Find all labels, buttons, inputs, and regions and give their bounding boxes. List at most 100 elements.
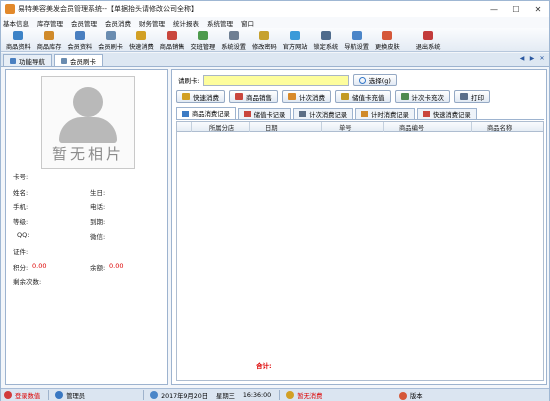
date-text: 2017年9月20日 (161, 392, 209, 400)
action-bar: 快速消费 商品销售 计次消费 储值卡充值 计次卡充次 打印 (176, 90, 494, 103)
toolbar-icon (167, 31, 178, 40)
member-info-panel: 暂无相片 卡号: 姓名: 生日: 手机: 电话: 等级: 到期: QQ: 微信:… (5, 69, 168, 385)
toolbar-button-9[interactable]: 官方网站 (280, 29, 311, 51)
status-bar: 登录数值 管理员 2017年9月20日 星期三 16:36:00 暂无消费 版本 (1, 388, 549, 401)
close-tab-icon[interactable]: ✕ (538, 55, 546, 63)
maximize-button[interactable]: ☐ (505, 1, 527, 17)
current-user: 管理员 (55, 391, 85, 400)
close-button[interactable]: ✕ (527, 1, 549, 17)
toolbar-label: 修改密码 (252, 44, 277, 51)
table-header: 所属分店 日期 单号 商品编号 商品名称 (177, 122, 543, 132)
balance-label: 余额: (90, 264, 106, 272)
toolbar-icon (13, 31, 24, 40)
action-button-0[interactable]: 快速消费 (176, 90, 225, 103)
toolbar-label: 锁定系统 (313, 44, 339, 51)
record-tab-1[interactable]: 储值卡记录 (237, 108, 292, 119)
menu-window[interactable]: 窗口 (241, 18, 254, 28)
toolbar-icon (228, 31, 239, 40)
column-order-no[interactable]: 单号 (339, 123, 352, 132)
toolbar-button-11[interactable]: 导航设置 (341, 29, 372, 51)
action-button-3[interactable]: 储值卡充值 (335, 90, 391, 103)
version-info: 版本 (399, 391, 423, 400)
card-input[interactable] (202, 74, 349, 86)
toolbar-button-3[interactable]: 会员刷卡 (95, 29, 126, 51)
certificate-label: 证件: (13, 248, 29, 256)
record-tab-icon (361, 111, 369, 117)
column-product-code[interactable]: 商品编号 (399, 123, 424, 132)
toolbar-button-6[interactable]: 交班管理 (188, 29, 219, 51)
toolbar-button-4[interactable]: 快速消费 (126, 29, 157, 51)
toolbar-button-7[interactable]: 系统设置 (218, 29, 249, 51)
column-date[interactable]: 日期 (265, 123, 278, 132)
avatar-head-icon (73, 87, 103, 117)
birthday-label: 生日: (90, 189, 106, 197)
record-tab-icon (299, 111, 307, 117)
record-tab-2[interactable]: 计次消费记录 (293, 108, 354, 119)
menu-inventory[interactable]: 库存管理 (37, 18, 63, 28)
record-tab-label: 计时消费记录 (371, 111, 409, 119)
member-card-icon (61, 57, 67, 64)
record-tab-label: 计次消费记录 (309, 111, 348, 119)
toolbar-icon (320, 31, 331, 40)
menu-member-management[interactable]: 会员管理 (71, 18, 97, 28)
record-tab-3[interactable]: 计时消费记录 (355, 108, 415, 119)
menu-system[interactable]: 系统管理 (207, 18, 233, 28)
toolbar-label: 商品资料 (6, 44, 31, 51)
toolbar-button-1[interactable]: 商品库存 (34, 29, 65, 51)
member-photo: 暂无相片 (41, 76, 135, 169)
record-tab-4[interactable]: 快速消费记录 (416, 108, 477, 119)
menu-member-consumption[interactable]: 会员消费 (105, 18, 131, 28)
toolbar-button-2[interactable]: 会员资料 (65, 29, 96, 51)
action-button-1[interactable]: 商品销售 (229, 90, 278, 103)
total-label: 合计: (256, 362, 272, 370)
quick-consume-status: 暂无消费 (286, 391, 322, 400)
current-user-text: 管理员 (66, 392, 86, 400)
column-branch[interactable]: 所属分店 (209, 123, 234, 132)
menu-finance[interactable]: 财务管理 (139, 18, 165, 28)
consumption-panel: 请刷卡: 选择(g) 快速消费 商品销售 计次消费 储值卡充值 计次卡充次 打印 商品消费… (171, 69, 547, 385)
version-text: 版本 (410, 393, 423, 400)
toolbar-button-8[interactable]: 修改密码 (249, 29, 280, 51)
tab-member-swipe[interactable]: 会员刷卡 (54, 54, 103, 66)
toolbar-icon (44, 31, 55, 40)
weekday-text: 星期三 (216, 392, 235, 400)
tab-label: 会员刷卡 (70, 57, 96, 66)
action-label: 计次卡充次 (411, 93, 445, 102)
name-label: 姓名: (13, 189, 29, 197)
record-tab-icon (182, 110, 189, 117)
action-icon (182, 93, 190, 100)
toolbar-button-5[interactable]: 商品销售 (157, 29, 188, 51)
toolbar-button-10[interactable]: 锁定系统 (311, 29, 342, 51)
action-button-4[interactable]: 计次卡充次 (394, 90, 450, 103)
status-dot-icon (4, 391, 12, 399)
toolbar-icon (105, 31, 116, 40)
toolbar-button-13[interactable]: 退出系统 (413, 29, 444, 51)
no-photo-label: 暂无相片 (51, 145, 124, 163)
action-icon (400, 93, 409, 100)
scroll-right-icon[interactable]: ▶ (528, 55, 536, 63)
toolbar-label: 商品销售 (159, 44, 185, 51)
select-member-button[interactable]: 选择(g) (352, 74, 397, 86)
minimize-button[interactable]: — (483, 1, 505, 17)
toolbar-button-0[interactable]: 商品资料 (3, 29, 34, 51)
current-date: 2017年9月20日 (150, 391, 208, 400)
column-product-name[interactable]: 商品名称 (487, 123, 512, 132)
action-icon (341, 93, 349, 100)
menu-reports[interactable]: 统计报表 (173, 18, 199, 28)
login-status-text: 登录数值 (15, 392, 41, 400)
record-tab-label: 商品消费记录 (192, 111, 230, 118)
points-label: 积分: (13, 264, 29, 272)
toolbar-label: 系统设置 (221, 44, 246, 51)
toolbar-button-12[interactable]: 更换皮肤 (372, 29, 403, 51)
scroll-left-icon[interactable]: ◀ (518, 55, 526, 63)
action-button-2[interactable]: 计次消费 (282, 90, 331, 103)
card-number-label: 卡号: (13, 173, 29, 181)
phone-label: 电话: (90, 203, 106, 211)
action-button-5[interactable]: 打印 (454, 90, 490, 103)
tab-function-navigation[interactable]: 功能导航 (3, 54, 52, 66)
record-tab-0[interactable]: 商品消费记录 (176, 107, 236, 119)
wechat-label: 微信: (90, 233, 106, 241)
menu-basic-info[interactable]: 基本信息 (3, 18, 29, 28)
action-label: 储值卡充值 (352, 93, 385, 102)
toolbar: 商品资料 商品库存 会员资料 会员刷卡 快速消费 商品销售 交班管理 系统设置 修改密码 官方网站… (1, 28, 549, 52)
